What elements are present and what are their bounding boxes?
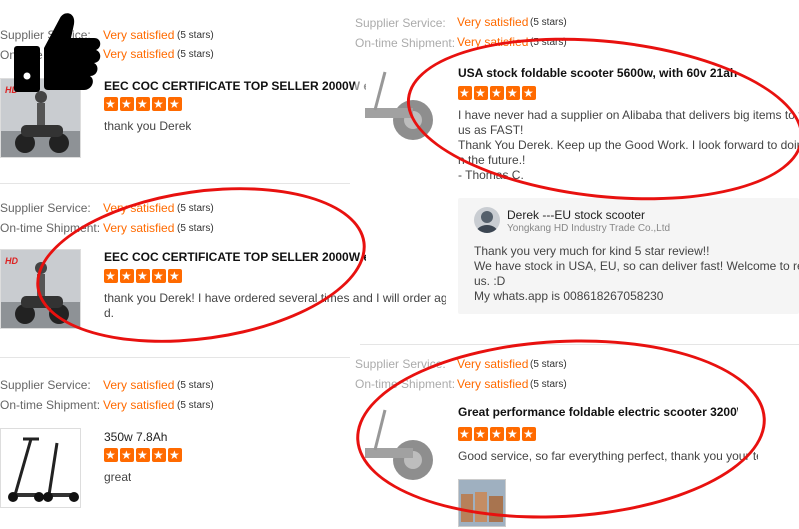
star-icon bbox=[120, 448, 134, 462]
review-rating-stars bbox=[458, 427, 536, 441]
star-icon bbox=[458, 427, 472, 441]
product-title-link[interactable]: 350w 7.8Ah bbox=[104, 430, 304, 444]
star-icon bbox=[490, 427, 504, 441]
star-icon bbox=[168, 97, 182, 111]
supplier-service-label: Supplier Service: bbox=[0, 201, 91, 215]
ontime-shipment-stars: (5 stars) bbox=[177, 49, 214, 60]
supplier-service-label: Supplier Service: bbox=[355, 16, 446, 30]
star-icon bbox=[506, 86, 520, 100]
product-thumbnail[interactable]: HD bbox=[0, 249, 81, 329]
supplier-service-stars: (5 stars) bbox=[530, 17, 567, 28]
star-icon bbox=[522, 86, 536, 100]
reply-line: us. :D bbox=[474, 274, 506, 288]
ontime-shipment-stars: (5 stars) bbox=[530, 37, 567, 48]
ontime-shipment-stars: (5 stars) bbox=[530, 379, 567, 390]
review-attachment-image[interactable] bbox=[458, 479, 506, 527]
avatar bbox=[474, 207, 500, 233]
comment-line: us as FAST! bbox=[458, 123, 524, 137]
comment-line: I have never had a supplier on Alibaba t… bbox=[458, 108, 799, 122]
reply-line: My whats.app is 008618267058230 bbox=[474, 289, 664, 303]
thumbs-up-icon bbox=[8, 8, 102, 96]
supplier-service-rating: Very satisfied bbox=[457, 15, 529, 29]
ontime-shipment-rating: Very satisfied bbox=[103, 221, 175, 235]
review-rating-stars bbox=[104, 97, 182, 111]
review-comment: d. bbox=[104, 306, 115, 320]
product-thumbnail[interactable] bbox=[355, 402, 440, 484]
comment-line: n the future.! bbox=[458, 153, 526, 167]
star-icon bbox=[168, 269, 182, 283]
supplier-service-stars: (5 stars) bbox=[177, 30, 214, 41]
star-icon bbox=[104, 269, 118, 283]
star-icon bbox=[152, 448, 166, 462]
supplier-service-stars: (5 stars) bbox=[177, 380, 214, 391]
ontime-shipment-rating: Very satisfied bbox=[457, 35, 529, 49]
review-comment: thank you Derek! I have ordered several … bbox=[104, 291, 446, 305]
divider bbox=[360, 344, 799, 345]
star-icon bbox=[120, 269, 134, 283]
star-icon bbox=[474, 427, 488, 441]
star-icon bbox=[136, 448, 150, 462]
review-rating-stars bbox=[104, 448, 182, 462]
supplier-service-rating: Very satisfied bbox=[103, 201, 175, 215]
ontime-shipment-label: On-time Shipment: bbox=[0, 221, 101, 235]
ontime-shipment-label: On-time Shipment: bbox=[0, 398, 101, 412]
supplier-service-label: Supplier Service: bbox=[0, 378, 91, 392]
star-icon bbox=[104, 97, 118, 111]
supplier-service-stars: (5 stars) bbox=[177, 203, 214, 214]
svg-text:HD: HD bbox=[5, 256, 18, 266]
review-rating-stars bbox=[458, 86, 536, 100]
divider bbox=[0, 357, 350, 358]
product-thumbnail[interactable] bbox=[0, 428, 81, 508]
ontime-shipment-stars: (5 stars) bbox=[177, 223, 214, 234]
star-icon bbox=[152, 97, 166, 111]
divider bbox=[0, 183, 350, 184]
star-icon bbox=[168, 448, 182, 462]
supplier-service-rating: Very satisfied bbox=[457, 357, 529, 371]
review-comment: great bbox=[104, 470, 132, 484]
review-rating-stars bbox=[104, 269, 182, 283]
star-icon bbox=[152, 269, 166, 283]
supplier-service-label: Supplier Service: bbox=[355, 357, 446, 371]
star-icon bbox=[458, 86, 472, 100]
star-icon bbox=[522, 427, 536, 441]
product-title-link[interactable]: Great performance foldable electric scoo… bbox=[458, 405, 738, 419]
star-icon bbox=[506, 427, 520, 441]
ontime-shipment-rating: Very satisfied bbox=[103, 398, 175, 412]
supplier-service-rating: Very satisfied bbox=[103, 378, 175, 392]
product-title-link[interactable]: USA stock foldable scooter 5600w, with 6… bbox=[458, 66, 738, 80]
ontime-shipment-stars: (5 stars) bbox=[177, 400, 214, 411]
reply-company: Yongkang HD Industry Trade Co.,Ltd bbox=[507, 223, 671, 234]
star-icon bbox=[136, 97, 150, 111]
supplier-service-stars: (5 stars) bbox=[530, 359, 567, 370]
supplier-reply: Derek ---EU stock scooter Yongkang HD In… bbox=[458, 198, 799, 314]
product-title-link[interactable]: EEC COC CERTIFICATE TOP SELLER 2000W ele… bbox=[104, 250, 366, 264]
star-icon bbox=[104, 448, 118, 462]
reply-line: We have stock in USA, EU, so can deliver… bbox=[474, 259, 799, 273]
supplier-service-rating: Very satisfied bbox=[103, 28, 175, 42]
ontime-shipment-rating: Very satisfied bbox=[457, 377, 529, 391]
review-comment: Good service, so far everything perfect,… bbox=[458, 449, 758, 463]
product-thumbnail[interactable] bbox=[355, 64, 440, 144]
product-title-link[interactable]: EEC COC CERTIFICATE TOP SELLER 2000W ele… bbox=[104, 79, 366, 93]
star-icon bbox=[120, 97, 134, 111]
ontime-shipment-rating: Very satisfied bbox=[103, 47, 175, 61]
comment-line: Thank You Derek. Keep up the Good Work. … bbox=[458, 138, 799, 152]
ontime-shipment-label: On-time Shipment: bbox=[355, 377, 456, 391]
review-comment: I have never had a supplier on Alibaba t… bbox=[458, 108, 799, 183]
comment-line: - Thomas C. bbox=[458, 168, 524, 182]
reply-line: Thank you very much for kind 5 star revi… bbox=[474, 244, 710, 258]
star-icon bbox=[136, 269, 150, 283]
ontime-shipment-label: On-time Shipment: bbox=[355, 36, 456, 50]
reply-text: Thank you very much for kind 5 star revi… bbox=[474, 244, 799, 304]
reply-author-name: Derek ---EU stock scooter bbox=[507, 208, 646, 222]
star-icon bbox=[490, 86, 504, 100]
review-comment: thank you Derek bbox=[104, 119, 192, 133]
star-icon bbox=[474, 86, 488, 100]
